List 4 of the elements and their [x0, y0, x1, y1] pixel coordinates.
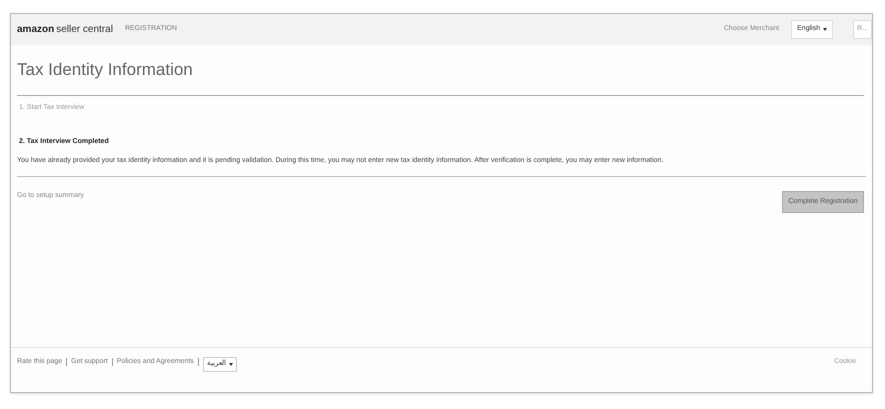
caret-icon	[228, 362, 233, 366]
amazon-seller-central-logo[interactable]: amazon seller central	[17, 22, 113, 37]
page-title: Tax Identity Information	[17, 59, 194, 81]
caret-icon	[823, 28, 828, 31]
